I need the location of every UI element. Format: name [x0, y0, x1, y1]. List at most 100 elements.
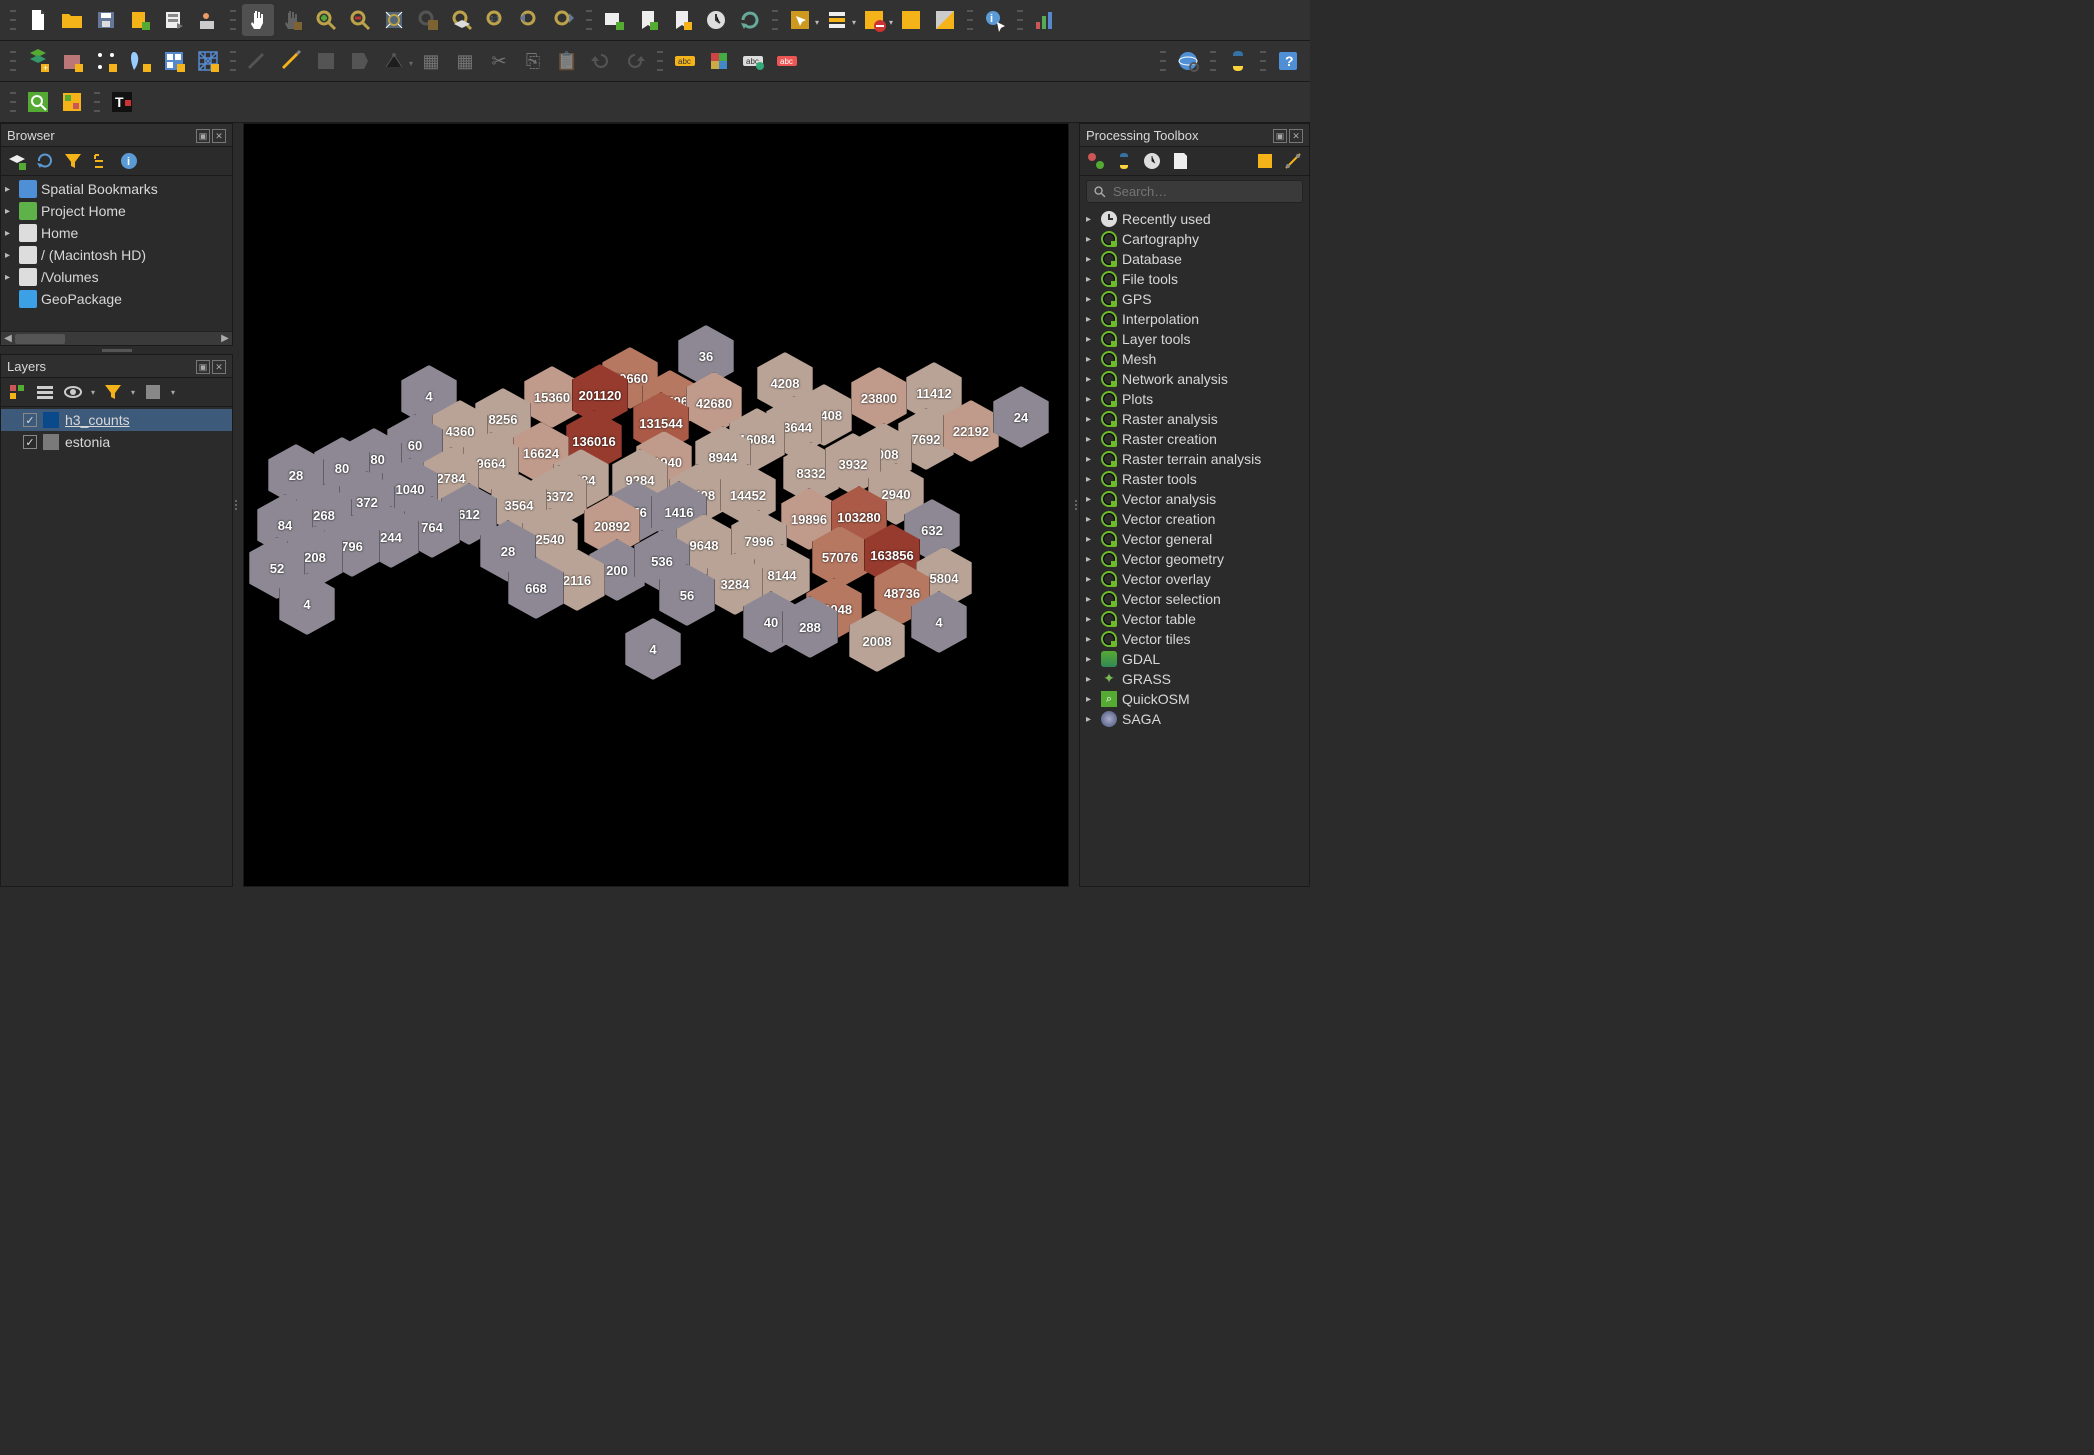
expand-arrow-icon[interactable]: ▸ — [1086, 654, 1096, 665]
close-icon[interactable]: ✕ — [1289, 129, 1303, 143]
processing-group[interactable]: ▸Vector analysis — [1080, 489, 1309, 509]
processing-group[interactable]: ▸Vector table — [1080, 609, 1309, 629]
add-layer-icon[interactable] — [7, 151, 27, 171]
expand-arrow-icon[interactable]: ▸ — [1086, 374, 1096, 385]
processing-group[interactable]: ▸Vector general — [1080, 529, 1309, 549]
expand-arrow-icon[interactable]: ▸ — [1086, 634, 1096, 645]
layers-panel-header[interactable]: Layers ▣✕ — [1, 355, 232, 378]
processing-group[interactable]: ▸Raster terrain analysis — [1080, 449, 1309, 469]
hex-cell[interactable]: 15360 — [524, 366, 580, 428]
processing-group[interactable]: ▸Cartography — [1080, 229, 1309, 249]
browser-panel-header[interactable]: Browser ▣✕ — [1, 124, 232, 147]
hex-cell[interactable]: 24 — [993, 386, 1049, 448]
pan-to-selection-button[interactable] — [276, 4, 308, 36]
select-by-value-button[interactable] — [821, 4, 853, 36]
hide-label-button[interactable]: abc — [771, 45, 803, 77]
processing-group[interactable]: ▸Network analysis — [1080, 369, 1309, 389]
zoom-next-button[interactable] — [548, 4, 580, 36]
browser-item[interactable]: ▸ / (Macintosh HD) — [1, 244, 232, 266]
processing-group[interactable]: ▸Layer tools — [1080, 329, 1309, 349]
zoom-native-button[interactable]: 1:1 — [480, 4, 512, 36]
expand-arrow-icon[interactable]: ▸ — [1086, 574, 1096, 585]
expand-arrow-icon[interactable]: ▸ — [1086, 254, 1096, 265]
toolbar-grip[interactable] — [228, 7, 238, 33]
processing-group[interactable]: ▸Vector selection — [1080, 589, 1309, 609]
expand-arrow-icon[interactable]: ▸ — [5, 272, 15, 283]
browser-hscroll[interactable]: ◀ ▶ — [1, 331, 232, 345]
toolbar-grip[interactable] — [1208, 48, 1218, 74]
processing-group[interactable]: ▸Vector geometry — [1080, 549, 1309, 569]
show-label-button[interactable]: abc — [737, 45, 769, 77]
processing-group[interactable]: ▸Vector creation — [1080, 509, 1309, 529]
dock-icon[interactable]: ▣ — [196, 360, 210, 374]
quickosm-button[interactable] — [22, 86, 54, 118]
expand-arrow-icon[interactable]: ▸ — [5, 206, 15, 217]
expand-arrow-icon[interactable]: ▸ — [1086, 614, 1096, 625]
zoom-last-button[interactable] — [514, 4, 546, 36]
toolbar-grip[interactable] — [1158, 48, 1168, 74]
processing-group[interactable]: ▸GDAL — [1080, 649, 1309, 669]
select-features-button[interactable] — [784, 4, 816, 36]
expand-arrow-icon[interactable]: ▸ — [1086, 414, 1096, 425]
hex-cell[interactable]: 4 — [625, 618, 681, 680]
toolbar-grip[interactable] — [8, 7, 18, 33]
expand-arrow-icon[interactable]: ▸ — [5, 228, 15, 239]
expand-arrow-icon[interactable]: ▸ — [1086, 234, 1096, 245]
processing-group[interactable]: ▸Raster analysis — [1080, 409, 1309, 429]
save-project-button[interactable] — [90, 4, 122, 36]
toolbox-results-icon[interactable] — [1170, 151, 1190, 171]
browser-item[interactable]: ▸ Spatial Bookmarks — [1, 178, 232, 200]
dock-icon[interactable]: ▣ — [196, 129, 210, 143]
processing-group[interactable]: ▸Raster creation — [1080, 429, 1309, 449]
toolbox-panel-header[interactable]: Processing Toolbox ▣✕ — [1080, 124, 1309, 147]
expand-arrow-icon[interactable]: ▸ — [1086, 274, 1096, 285]
new-spatialite-button[interactable] — [124, 45, 156, 77]
style-manager-button[interactable] — [192, 4, 224, 36]
expand-arrow-icon[interactable]: ▸ — [1086, 454, 1096, 465]
processing-group[interactable]: ▸Vector tiles — [1080, 629, 1309, 649]
diagram-tool-button[interactable] — [703, 45, 735, 77]
deselect-dropdown[interactable] — [892, 13, 893, 28]
processing-group[interactable]: ▸Raster tools — [1080, 469, 1309, 489]
layer-visibility-checkbox[interactable]: ✓ — [23, 435, 37, 449]
toolbar-grip[interactable] — [770, 7, 780, 33]
processing-tree[interactable]: ▸Recently used▸Cartography▸Database▸File… — [1080, 207, 1309, 886]
new-bookmark-button[interactable] — [632, 4, 664, 36]
temporal-button[interactable] — [700, 4, 732, 36]
layers-tree[interactable]: ✓ h3_counts✓ estonia — [1, 407, 232, 886]
processing-group[interactable]: ▸Vector overlay — [1080, 569, 1309, 589]
toolbox-model-icon[interactable] — [1086, 151, 1106, 171]
zoom-in-button[interactable] — [310, 4, 342, 36]
layout-manager-button[interactable] — [158, 4, 190, 36]
toolbar-grip[interactable] — [92, 89, 102, 115]
browser-item[interactable]: ▸ Project Home — [1, 200, 232, 222]
map-canvas[interactable]: 3679660420841536020112094596426802380011… — [243, 123, 1069, 887]
new-geopackage-button[interactable] — [56, 45, 88, 77]
style-icon[interactable] — [7, 382, 27, 402]
invert-selection-button[interactable] — [929, 4, 961, 36]
open-project-button[interactable] — [56, 4, 88, 36]
close-icon[interactable]: ✕ — [212, 129, 226, 143]
pan-button[interactable] — [242, 4, 274, 36]
filter-legend-icon[interactable] — [103, 382, 123, 402]
expand-arrow-icon[interactable]: ▸ — [5, 250, 15, 261]
zoom-layer-button[interactable] — [446, 4, 478, 36]
toolbox-search[interactable] — [1086, 180, 1303, 203]
toolbar-grip[interactable] — [965, 7, 975, 33]
new-virtual-layer-button[interactable] — [158, 45, 190, 77]
expand-arrow-icon[interactable]: ▸ — [1086, 494, 1096, 505]
select-features-dropdown[interactable] — [818, 13, 819, 28]
toggle-edit-button[interactable] — [276, 45, 308, 77]
processing-group[interactable]: ▸GPS — [1080, 289, 1309, 309]
browser-item[interactable]: ▸ /Volumes — [1, 266, 232, 288]
collapse-all-icon[interactable] — [91, 151, 111, 171]
metasearch-button[interactable] — [1172, 45, 1204, 77]
expand-arrow-icon[interactable]: ▸ — [1086, 714, 1096, 725]
trackable-button[interactable]: T — [106, 86, 138, 118]
expand-arrow-icon[interactable]: ▸ — [1086, 474, 1096, 485]
processing-group[interactable]: ▸Recently used — [1080, 209, 1309, 229]
expand-arrow-icon[interactable]: ▸ — [1086, 674, 1096, 685]
scroll-left-icon[interactable]: ◀ — [1, 332, 15, 346]
browser-item[interactable]: GeoPackage — [1, 288, 232, 310]
processing-group[interactable]: ▸Plots — [1080, 389, 1309, 409]
